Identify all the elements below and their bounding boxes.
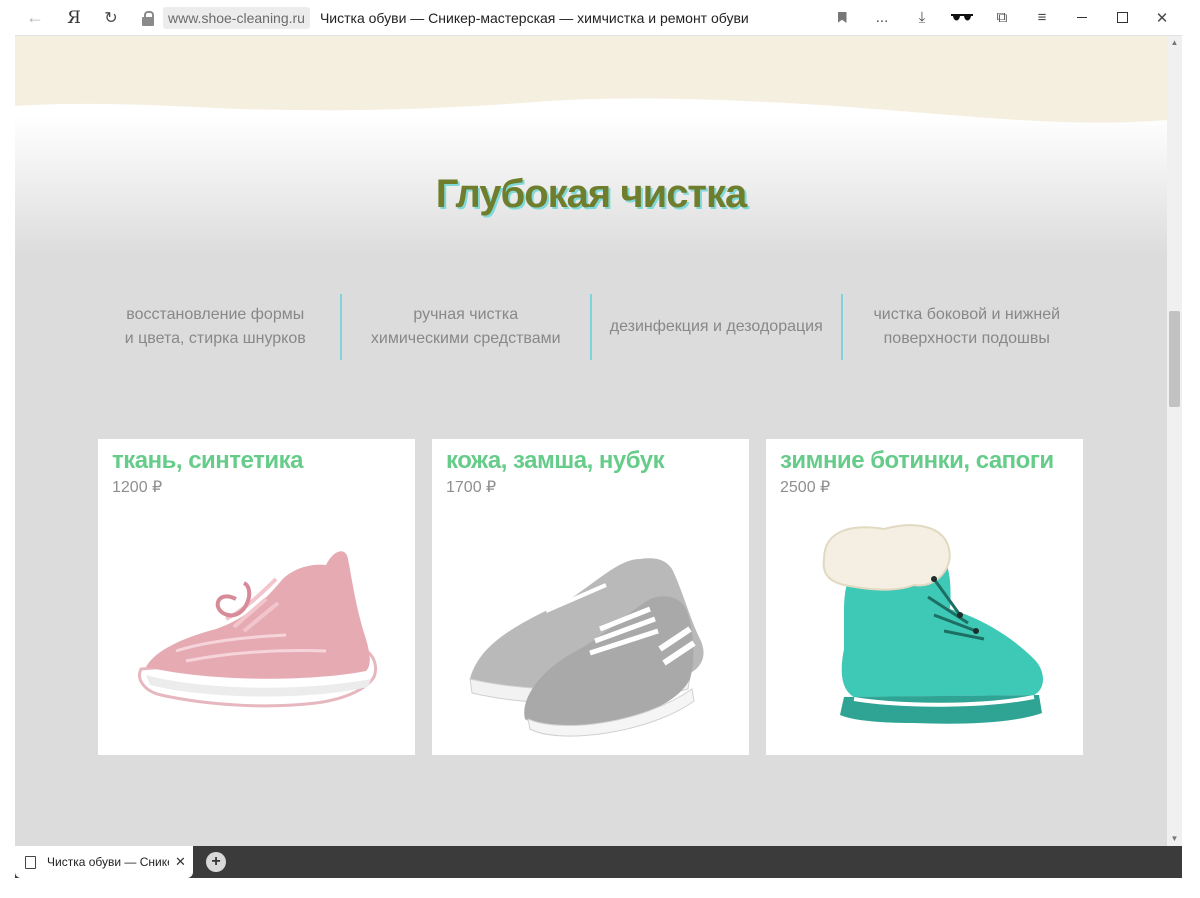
download-icon[interactable]: ⤓ xyxy=(902,0,942,36)
document-icon xyxy=(25,855,36,869)
card-price: 2500 ₽ xyxy=(780,479,831,496)
tab-close-icon[interactable]: ✕ xyxy=(175,854,186,870)
turquoise-boot-image xyxy=(822,524,1043,724)
card-title: ткань, синтетика xyxy=(112,447,303,474)
menu-icon[interactable]: ≡ xyxy=(1022,0,1062,36)
address-bar[interactable]: www.shoe-cleaning.ru Чистка обуви — Сник… xyxy=(129,0,822,36)
decorative-wave xyxy=(15,36,1167,123)
feature-line: восстановление формы xyxy=(126,306,305,323)
arrow-left-icon[interactable]: ← xyxy=(15,0,55,36)
feature-line: чистка боковой и нижней xyxy=(873,306,1061,323)
minimize-icon[interactable] xyxy=(1062,0,1102,36)
feature-item: чистка боковой и нижней поверхности подош… xyxy=(840,294,1092,360)
bookmark-icon[interactable] xyxy=(822,0,862,36)
maximize-icon[interactable] xyxy=(1102,0,1142,36)
features-list: восстановление формы и цвета, стирка шнур… xyxy=(91,294,1091,360)
more-icon[interactable]: ... xyxy=(862,0,902,36)
price-card-winter[interactable]: зимние ботинки, сапоги 2500 ₽ xyxy=(766,439,1083,755)
tab-strip: Чистка обуви — Сникер-мастерская — химчи… xyxy=(15,846,1182,878)
card-price: 1200 ₽ xyxy=(112,479,163,496)
page-scrollbar[interactable]: ▲ ▼ xyxy=(1167,36,1182,846)
feature-line: поверхности подошвы xyxy=(883,330,1050,347)
tab-active[interactable]: Чистка обуви — Сникер-мастерская — химчи… xyxy=(15,846,193,878)
collections-icon[interactable]: ⧉ xyxy=(982,0,1022,36)
feature-item: дезинфекция и дезодорация xyxy=(590,294,841,360)
browser-toolbar: ← Я ↻ www.shoe-cleaning.ru Чистка обуви … xyxy=(15,0,1182,36)
new-tab-icon[interactable]: + xyxy=(206,852,226,872)
card-title: кожа, замша, нубук xyxy=(446,447,665,474)
pink-sneaker-image xyxy=(138,551,378,708)
feature-line: дезинфекция и дезодорация xyxy=(609,318,823,335)
incognito-glasses-icon[interactable] xyxy=(942,0,982,36)
lock-icon[interactable] xyxy=(141,10,155,26)
grey-sneakers-image xyxy=(469,558,704,737)
url-domain[interactable]: www.shoe-cleaning.ru xyxy=(163,6,310,29)
feature-item: восстановление формы и цвета, стирка шнур… xyxy=(91,294,340,360)
price-card-fabric[interactable]: ткань, синтетика 1200 ₽ xyxy=(98,439,415,755)
feature-line: и цвета, стирка шнурков xyxy=(124,330,306,347)
reload-icon[interactable]: ↻ xyxy=(93,0,129,36)
page-viewport: Глубокая чистка восстановление формы и цв… xyxy=(15,36,1167,846)
scroll-up-icon[interactable]: ▲ xyxy=(1167,36,1182,50)
feature-item: ручная чистка химическими средствами xyxy=(339,294,591,360)
feature-line: химическими средствами xyxy=(370,330,561,347)
page-title: Чистка обуви — Сникер-мастерская — химчи… xyxy=(319,9,749,26)
card-price: 1700 ₽ xyxy=(446,479,497,496)
feature-line: ручная чистка xyxy=(413,306,519,323)
window-bottom-margin xyxy=(0,878,1200,898)
tab-title[interactable]: Чистка обуви — Сникер-мастерская — химчи… xyxy=(47,855,169,869)
scrollbar-thumb[interactable] xyxy=(1169,311,1180,407)
scroll-down-icon[interactable]: ▼ xyxy=(1167,832,1182,846)
price-card-leather[interactable]: кожа, замша, нубук 1700 ₽ xyxy=(432,439,749,755)
yandex-logo-icon[interactable]: Я xyxy=(55,0,93,36)
section-title: Глубокая чистка xyxy=(435,172,748,216)
close-icon[interactable]: ✕ xyxy=(1142,0,1182,36)
card-title: зимние ботинки, сапоги xyxy=(780,447,1054,474)
